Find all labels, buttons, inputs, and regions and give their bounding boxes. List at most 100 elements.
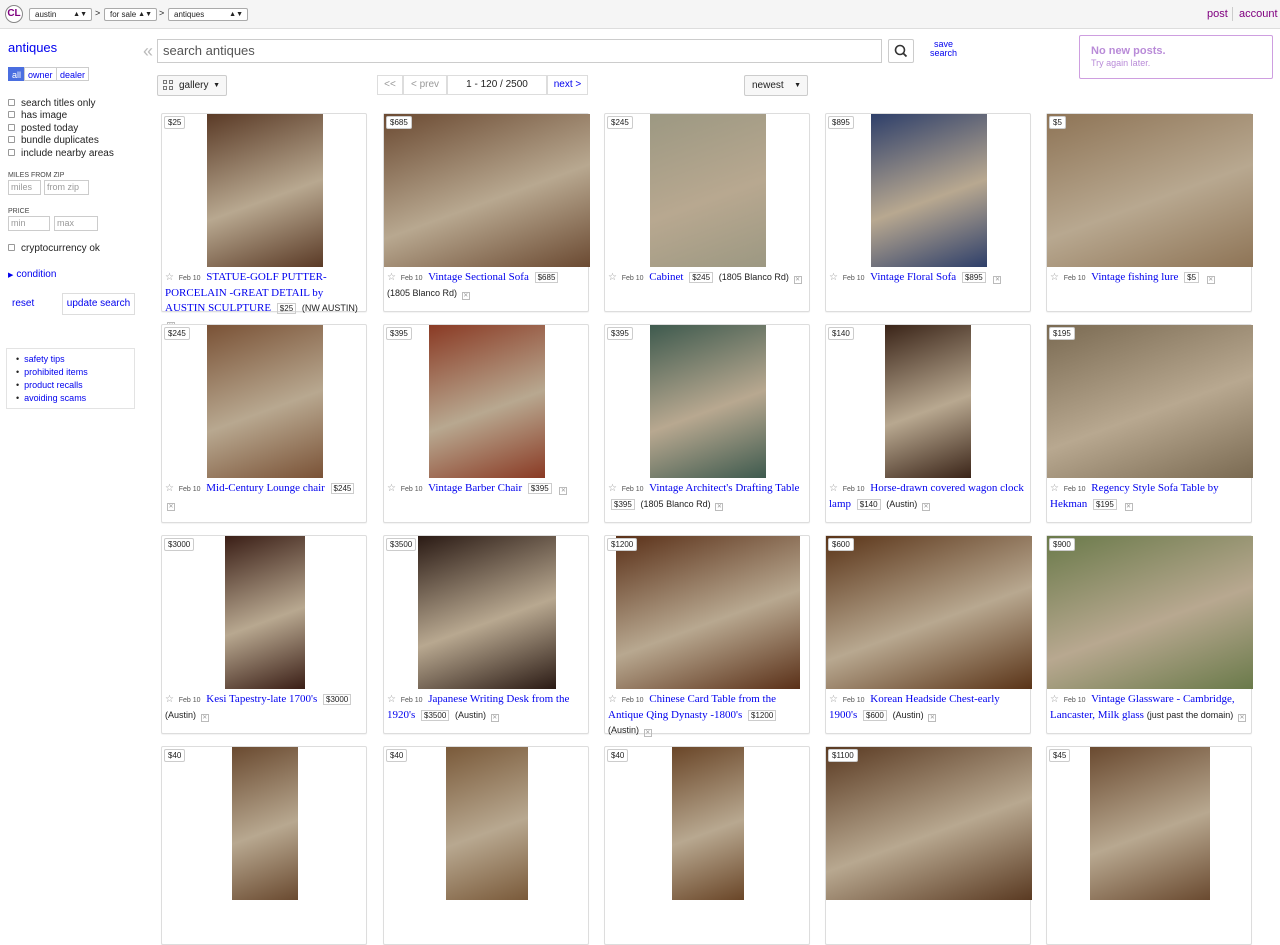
favorite-star-icon[interactable]: ☆	[165, 694, 174, 705]
search-input[interactable]: search antiques	[157, 39, 882, 63]
search-button[interactable]	[888, 39, 914, 63]
listing-title-link[interactable]: Vintage Floral Sofa	[870, 271, 956, 283]
safety-tips-link[interactable]: safety tips	[16, 353, 134, 366]
section-select[interactable]: for sale ▲▼	[104, 8, 157, 21]
prohibited-items-link[interactable]: prohibited items	[16, 366, 134, 379]
listing-image[interactable]	[1047, 536, 1253, 689]
listing-card[interactable]: $900 ☆ Feb 10 Vintage Glassware - Cambrid…	[1046, 535, 1253, 734]
listing-image[interactable]	[384, 114, 590, 267]
checkbox-crypto[interactable]: cryptocurrency ok	[8, 243, 100, 254]
collapse-sidebar-icon[interactable]: «	[143, 41, 153, 62]
listing-card[interactable]: $5 ☆ Feb 10 Vintage fishing lure $5 ✕	[1046, 113, 1253, 312]
filter-owner[interactable]: owner	[24, 67, 57, 81]
listing-title-link[interactable]: Mid-Century Lounge chair	[206, 482, 325, 494]
listing-card[interactable]: $40	[383, 746, 589, 945]
filter-all[interactable]: all	[8, 67, 26, 81]
favorite-star-icon[interactable]: ☆	[608, 272, 617, 283]
listing-image[interactable]	[429, 325, 545, 478]
listing-card[interactable]: $40	[604, 746, 810, 945]
listing-card[interactable]: $685 ☆ Feb 10 Vintage Sectional Sofa $685…	[383, 113, 590, 312]
location-select[interactable]: austin ▲▼	[29, 8, 92, 21]
reset-button[interactable]: reset	[12, 298, 34, 309]
favorite-star-icon[interactable]: ☆	[829, 272, 838, 283]
checkbox-bundle-duplicates[interactable]: bundle duplicates	[8, 135, 99, 146]
favorite-star-icon[interactable]: ☆	[387, 483, 396, 494]
listing-title-link[interactable]: Vintage Architect's Drafting Table	[649, 482, 799, 494]
favorite-star-icon[interactable]: ☆	[829, 483, 838, 494]
listing-card[interactable]: $140 ☆ Feb 10 Horse-drawn covered wagon c…	[825, 324, 1031, 523]
max-price-input[interactable]: max	[54, 216, 98, 231]
zip-input[interactable]: from zip	[44, 180, 89, 195]
post-link[interactable]: post	[1207, 8, 1228, 20]
listing-card[interactable]: $245 ☆ Feb 10 Cabinet $245 (1805 Blanco R…	[604, 113, 810, 312]
listing-image[interactable]	[826, 747, 1032, 900]
favorite-star-icon[interactable]: ☆	[608, 483, 617, 494]
account-link[interactable]: account	[1239, 8, 1278, 20]
listing-image[interactable]	[871, 114, 987, 267]
listing-card[interactable]: $895 ☆ Feb 10 Vintage Floral Sofa $895 ✕	[825, 113, 1031, 312]
listing-image[interactable]	[650, 325, 766, 478]
listing-card[interactable]: $395 ☆ Feb 10 Vintage Architect's Draftin…	[604, 324, 810, 523]
listing-image[interactable]	[1090, 747, 1210, 900]
miles-input[interactable]: miles	[8, 180, 41, 195]
listing-card[interactable]: $1200 ☆ Feb 10 Chinese Card Table from th…	[604, 535, 810, 737]
listing-title-link[interactable]: Kesi Tapestry-late 1700's	[206, 693, 317, 705]
favorite-star-icon[interactable]: ☆	[608, 694, 617, 705]
hide-listing-icon[interactable]: ✕	[793, 276, 802, 284]
hide-listing-icon[interactable]: ✕	[643, 729, 652, 737]
hide-listing-icon[interactable]: ✕	[928, 714, 937, 722]
favorite-star-icon[interactable]: ☆	[1050, 483, 1059, 494]
favorite-star-icon[interactable]: ☆	[165, 272, 174, 283]
product-recalls-link[interactable]: product recalls	[16, 379, 134, 392]
category-title[interactable]: antiques	[8, 40, 57, 55]
listing-title-link[interactable]: Cabinet	[649, 271, 683, 283]
hide-listing-icon[interactable]: ✕	[1238, 714, 1246, 722]
checkbox-icon[interactable]	[8, 149, 15, 156]
favorite-star-icon[interactable]: ☆	[829, 694, 838, 705]
listing-card[interactable]: $395 ☆ Feb 10 Vintage Barber Chair $395 ✕	[383, 324, 589, 523]
checkbox-has-image[interactable]: has image	[8, 110, 67, 121]
listing-card[interactable]: $25 ☆ Feb 10 STATUE-GOLF PUTTER-PORCELAIN…	[161, 113, 367, 330]
listing-image[interactable]	[672, 747, 744, 900]
listing-card[interactable]: $40	[161, 746, 367, 945]
pager-next[interactable]: next >	[547, 75, 588, 95]
listing-image[interactable]	[885, 325, 971, 478]
checkbox-icon[interactable]	[8, 111, 15, 118]
listing-image[interactable]	[616, 536, 800, 689]
listing-card[interactable]: $45	[1046, 746, 1252, 945]
checkbox-posted-today[interactable]: posted today	[8, 123, 78, 134]
listing-card[interactable]: $600 ☆ Feb 10 Korean Headside Chest-early…	[825, 535, 1032, 734]
listing-title-link[interactable]: Vintage fishing lure	[1091, 271, 1178, 283]
sort-select[interactable]: newest ▼	[744, 75, 808, 96]
listing-card[interactable]: $195 ☆ Feb 10 Regency Style Sofa Table by…	[1046, 324, 1253, 523]
favorite-star-icon[interactable]: ☆	[387, 272, 396, 283]
hide-listing-icon[interactable]: ✕	[559, 487, 568, 495]
hide-listing-icon[interactable]: ✕	[167, 503, 175, 511]
listing-image[interactable]	[446, 747, 528, 900]
listing-image[interactable]	[418, 536, 556, 689]
checkbox-icon[interactable]	[8, 99, 15, 106]
hide-listing-icon[interactable]: ✕	[1206, 276, 1215, 284]
hide-listing-icon[interactable]: ✕	[993, 276, 1002, 284]
craigslist-logo[interactable]: CL	[5, 5, 23, 23]
listing-image[interactable]	[826, 536, 1032, 689]
checkbox-icon[interactable]	[8, 244, 15, 251]
min-price-input[interactable]: min	[8, 216, 50, 231]
listing-image[interactable]	[650, 114, 766, 267]
avoiding-scams-link[interactable]: avoiding scams	[16, 392, 134, 405]
filter-dealer[interactable]: dealer	[56, 67, 90, 81]
view-mode-select[interactable]: gallery ▼	[157, 75, 227, 96]
checkbox-icon[interactable]	[8, 136, 15, 143]
checkbox-icon[interactable]	[8, 124, 15, 131]
category-select[interactable]: antiques ▲▼	[168, 8, 248, 21]
hide-listing-icon[interactable]: ✕	[922, 503, 931, 511]
listing-image[interactable]	[1047, 325, 1253, 478]
listing-image[interactable]	[207, 114, 323, 267]
favorite-star-icon[interactable]: ☆	[1050, 272, 1059, 283]
listing-card[interactable]: $3000 ☆ Feb 10 Kesi Tapestry-late 1700's …	[161, 535, 367, 734]
favorite-star-icon[interactable]: ☆	[387, 694, 396, 705]
listing-card[interactable]: $245 ☆ Feb 10 Mid-Century Lounge chair $2…	[161, 324, 367, 523]
listing-image[interactable]	[1047, 114, 1253, 267]
favorite-star-icon[interactable]: ☆	[1050, 694, 1059, 705]
condition-toggle[interactable]: ▶ condition	[8, 269, 56, 280]
